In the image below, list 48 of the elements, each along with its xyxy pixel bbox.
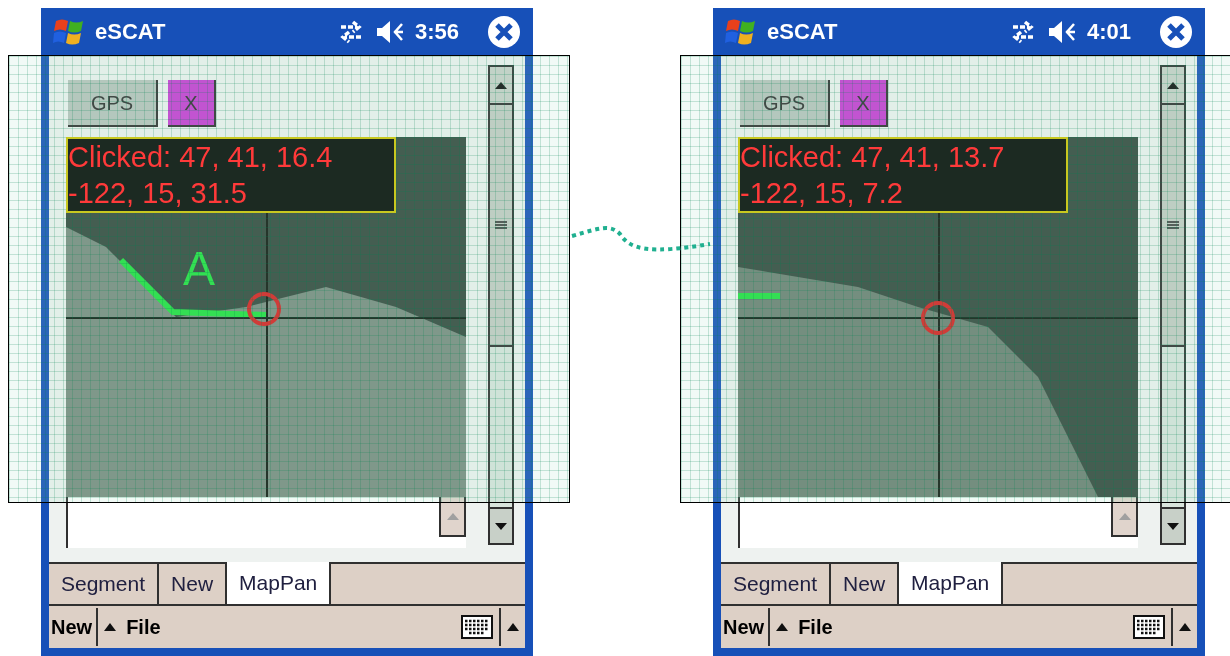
speaker-icon[interactable] bbox=[1046, 18, 1077, 45]
speaker-icon[interactable] bbox=[374, 18, 405, 45]
tab[interactable]: Segment bbox=[49, 562, 160, 604]
readout-text: Clicked: 47, 41, 16.4 bbox=[68, 140, 334, 175]
keyboard-icon[interactable] bbox=[461, 615, 493, 639]
scroll-up-button[interactable] bbox=[1111, 497, 1138, 537]
scroll-thumb[interactable] bbox=[1162, 105, 1184, 347]
target-circle bbox=[920, 300, 956, 336]
clock-time: 4:01 bbox=[1086, 18, 1131, 46]
close-icon[interactable] bbox=[487, 14, 521, 49]
tab[interactable]: Segment bbox=[721, 562, 832, 604]
gps-button[interactable]: GPS bbox=[740, 80, 830, 127]
scroll-up-button[interactable] bbox=[439, 497, 466, 537]
scroll-down-button[interactable] bbox=[1162, 507, 1184, 543]
grip-icon bbox=[495, 221, 507, 229]
menu-item[interactable]: New bbox=[49, 612, 97, 642]
scroll-thumb[interactable] bbox=[490, 105, 512, 347]
gps-button[interactable]: GPS bbox=[68, 80, 158, 127]
arrow-up-icon bbox=[446, 512, 459, 520]
menu-item[interactable]: File bbox=[122, 612, 161, 642]
tab[interactable]: MapPan bbox=[227, 562, 332, 604]
text-area[interactable] bbox=[738, 497, 1138, 548]
arrow-up-icon bbox=[1167, 81, 1179, 89]
route-line bbox=[738, 292, 780, 300]
target-circle bbox=[246, 291, 282, 327]
arrow-down-icon bbox=[1167, 522, 1179, 530]
clock-time: 3:56 bbox=[414, 18, 459, 46]
close-icon[interactable] bbox=[1159, 14, 1193, 49]
tab[interactable]: New bbox=[831, 562, 900, 604]
scroll-up-button[interactable] bbox=[490, 67, 512, 105]
window-title: eSCAT bbox=[95, 18, 166, 46]
route-label: A bbox=[183, 245, 215, 293]
keyboard-icon[interactable] bbox=[1133, 615, 1165, 639]
menu-item[interactable]: File bbox=[794, 612, 833, 642]
tab[interactable]: New bbox=[159, 562, 228, 604]
arrow-down-icon bbox=[495, 522, 507, 530]
arrow-up-icon bbox=[495, 81, 507, 89]
readout-text: Clicked: 47, 41, 13.7 bbox=[740, 140, 1006, 175]
scroll-down-button[interactable] bbox=[490, 507, 512, 543]
scroll-up-button[interactable] bbox=[1162, 67, 1184, 105]
grip-icon bbox=[1167, 221, 1179, 229]
tab[interactable]: MapPan bbox=[899, 562, 1004, 604]
readout-text: -122, 15, 31.5 bbox=[68, 176, 248, 211]
menu-item[interactable]: New bbox=[721, 612, 769, 642]
readout-text: -122, 15, 7.2 bbox=[740, 176, 904, 211]
text-area[interactable] bbox=[66, 497, 466, 548]
window-title: eSCAT bbox=[767, 18, 838, 46]
arrow-up-icon bbox=[1118, 512, 1131, 520]
